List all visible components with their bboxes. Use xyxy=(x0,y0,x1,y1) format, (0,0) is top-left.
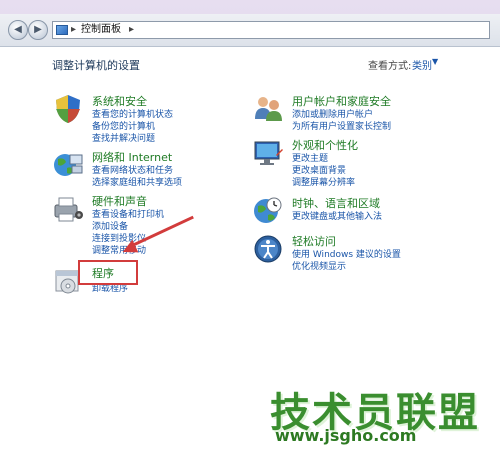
accessibility-icon[interactable] xyxy=(252,233,284,265)
view-by-dropdown[interactable]: 类别 xyxy=(412,57,432,72)
monitor-icon[interactable] xyxy=(252,137,284,169)
breadcrumb-separator[interactable]: ▸ xyxy=(71,22,76,38)
control-panel-icon xyxy=(56,25,68,35)
link-change-keyboard[interactable]: 更改键盘或其他输入法 xyxy=(292,209,382,222)
watermark-url: www.jsgho.com xyxy=(275,426,417,445)
link-parental-controls[interactable]: 为所有用户设置家长控制 xyxy=(292,119,391,132)
forward-button[interactable]: ▶ xyxy=(28,20,48,40)
link-optimize-video[interactable]: 优化视频显示 xyxy=(292,259,346,272)
annotation-highlight-box xyxy=(78,260,138,285)
clock-globe-icon[interactable] xyxy=(252,195,284,227)
breadcrumb-control-panel[interactable]: 控制面板 xyxy=(81,22,121,38)
link-screen-resolution[interactable]: 调整屏幕分辨率 xyxy=(292,175,355,188)
breadcrumb-separator-2[interactable]: ▸ xyxy=(129,22,134,38)
page-title: 调整计算机的设置 xyxy=(52,59,140,72)
globe-network-icon[interactable] xyxy=(52,149,84,181)
navigation-bar: ◀ ▶ ▸ 控制面板 ▸ xyxy=(0,14,500,47)
view-by-label: 查看方式: xyxy=(368,61,412,72)
users-icon[interactable] xyxy=(252,93,284,125)
chevron-down-icon[interactable]: ▼ xyxy=(432,57,438,66)
link-homegroup-sharing[interactable]: 选择家庭组和共享选项 xyxy=(92,175,182,188)
printer-icon[interactable] xyxy=(52,193,84,225)
address-bar[interactable]: ▸ 控制面板 ▸ xyxy=(52,21,490,39)
back-button[interactable]: ◀ xyxy=(8,20,28,40)
shield-icon[interactable] xyxy=(52,93,84,125)
link-troubleshoot[interactable]: 查找并解决问题 xyxy=(92,131,155,144)
